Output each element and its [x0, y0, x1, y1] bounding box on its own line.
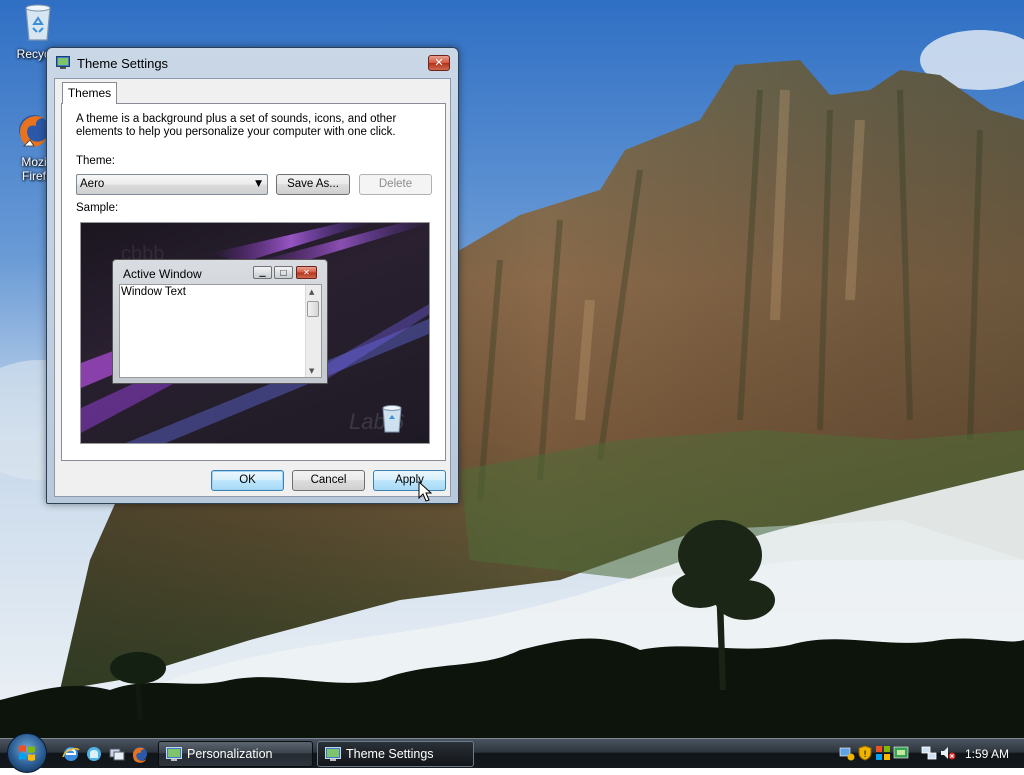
close-icon: ✕ — [296, 266, 317, 279]
chevron-down-icon: ▼ — [255, 179, 262, 189]
theme-dropdown-value: Aero — [80, 178, 105, 190]
taskbar-item-label: Personalization — [187, 747, 273, 761]
taskbar-item-label: Theme Settings — [346, 747, 434, 761]
dialog-title: Theme Settings — [77, 56, 169, 71]
scroll-down-icon: ▼ — [309, 367, 315, 375]
personalization-icon — [166, 747, 182, 761]
close-icon: ✕ — [434, 56, 444, 69]
maximize-icon: □ — [274, 266, 293, 279]
cancel-button[interactable]: Cancel — [292, 470, 365, 491]
sample-window-title: Active Window — [123, 267, 202, 281]
windows-start-icon — [19, 745, 35, 761]
security-shield-icon[interactable]: ! — [857, 745, 873, 761]
dialog-titlebar[interactable]: Theme Settings ✕ — [47, 48, 458, 78]
sample-scrollbar: ▲ ▼ — [305, 285, 321, 377]
color-icon[interactable] — [893, 745, 909, 761]
theme-settings-icon — [56, 56, 70, 69]
windows-explorer-icon[interactable] — [85, 745, 103, 763]
sample-label: Sample: — [76, 202, 119, 214]
close-button[interactable]: ✕ — [428, 55, 450, 71]
theme-sample-preview: cbbb Lab 6 Active Window ▁ □ ✕ Window Te… — [80, 222, 430, 444]
sample-active-window: Active Window ▁ □ ✕ Window Text ▲ ▼ — [112, 259, 328, 384]
clock[interactable]: 1:59 AM — [965, 741, 1009, 767]
windows-update-icon[interactable] — [875, 745, 891, 761]
firefox-icon[interactable] — [131, 745, 149, 763]
themes-tab-panel: A theme is a background plus a set of so… — [61, 103, 446, 461]
volume-muted-icon[interactable] — [940, 745, 956, 761]
sample-window-text: Window Text — [121, 286, 186, 298]
delete-button[interactable]: Delete — [359, 174, 432, 195]
mouse-cursor-icon — [418, 481, 432, 502]
recycle-bin-icon — [25, 4, 51, 41]
svg-text:!: ! — [863, 750, 867, 760]
theme-dropdown[interactable]: Aero ▼ — [76, 174, 268, 195]
theme-settings-icon — [325, 747, 341, 761]
apply-button[interactable]: Apply — [373, 470, 446, 491]
theme-label: Theme: — [76, 155, 115, 167]
theme-settings-dialog: Theme Settings ✕ Themes A theme is a bac… — [46, 47, 459, 504]
internet-explorer-icon[interactable] — [62, 745, 80, 763]
minimize-icon: ▁ — [253, 266, 272, 279]
taskbar-item-personalization[interactable]: Personalization — [158, 741, 313, 767]
scroll-thumb — [307, 301, 319, 317]
tab-themes[interactable]: Themes — [62, 82, 117, 104]
sample-window-body: Window Text ▲ ▼ — [119, 284, 322, 378]
taskbar: Personalization Theme Settings ! 1:59 AM — [0, 733, 1024, 773]
recycle-bin-icon — [382, 405, 402, 433]
save-as-button[interactable]: Save As... — [276, 174, 350, 195]
system-tray: ! 1:59 AM — [836, 741, 1024, 767]
start-button[interactable] — [7, 733, 47, 773]
theme-description: A theme is a background plus a set of so… — [76, 113, 397, 138]
dialog-client-area: Themes A theme is a background plus a se… — [54, 78, 451, 497]
taskbar-item-theme-settings[interactable]: Theme Settings — [317, 741, 474, 767]
network-icon[interactable] — [921, 745, 937, 761]
network-update-icon[interactable] — [839, 745, 855, 761]
ok-button[interactable]: OK — [211, 470, 284, 491]
switch-windows-icon[interactable] — [108, 745, 126, 763]
scroll-up-icon: ▲ — [309, 288, 315, 296]
